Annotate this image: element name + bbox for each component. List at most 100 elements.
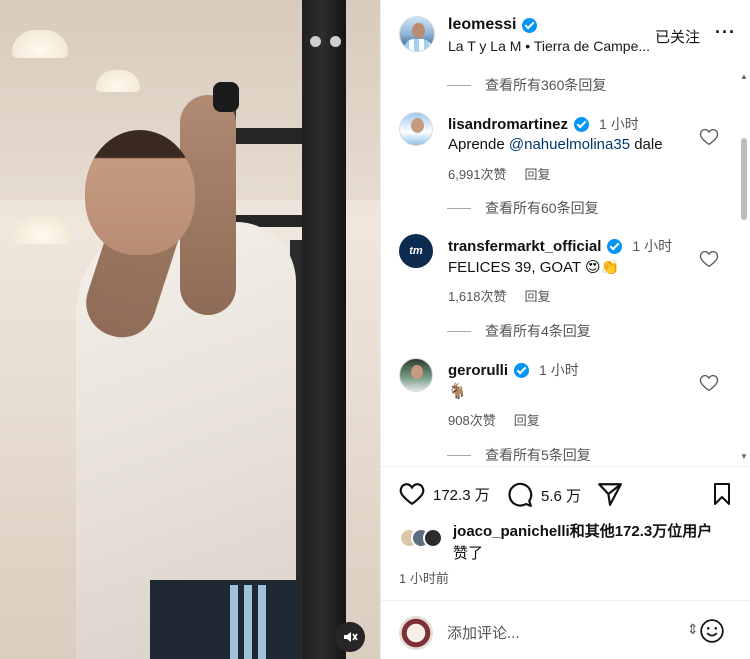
avatar[interactable]: tm: [399, 234, 433, 268]
liked-by-suffix: 赞了: [453, 545, 484, 562]
comment-item: gerorulli 1 小时 🐐 908次赞 回复: [381, 358, 741, 448]
liked-by-others[interactable]: 和其他172.3万位用户: [570, 523, 713, 540]
post-actions: 172.3 万 5.6 万: [399, 482, 739, 512]
view-replies-line: [447, 330, 471, 332]
media-lamp: [14, 216, 70, 244]
mute-icon: [344, 632, 358, 642]
post-header: leomessi La T y La M • Tierra de Campe..…: [381, 0, 750, 70]
scroll-up-arrow-icon[interactable]: ▲: [740, 72, 748, 81]
avatar-face: [411, 365, 423, 379]
media-rack-bolt: [310, 36, 321, 47]
comment-item: tm transfermarkt_official 1 小时 FELICES 3…: [381, 234, 741, 324]
comment-text: FELICES 39, GOAT 😍👏: [448, 259, 620, 276]
comment-reply-button[interactable]: 回复: [514, 410, 540, 429]
comments-scrollbar[interactable]: ▲ ▼: [739, 72, 749, 464]
more-icon[interactable]: ···: [715, 22, 736, 43]
comment-time: 1 小时: [599, 116, 639, 132]
section-divider: [381, 600, 750, 601]
media-person-head: [85, 130, 195, 255]
media-rack-post: [302, 0, 346, 659]
comment-time: 1 小时: [539, 362, 579, 378]
view-replies-link[interactable]: 查看所有4条回复: [447, 321, 591, 341]
comment-like-count[interactable]: 6,991次赞: [448, 164, 507, 183]
comment-author: lisandromartinez 1 小时: [448, 114, 639, 134]
scrollbar-thumb[interactable]: [741, 138, 747, 220]
comment-mention-link[interactable]: @nahuelmolina35: [509, 136, 630, 153]
comment-meta: 1,618次赞 回复: [448, 286, 551, 305]
bookmark-icon[interactable]: [711, 482, 733, 506]
mute-button[interactable]: [335, 622, 365, 652]
view-replies-link[interactable]: 查看所有360条回复: [447, 75, 606, 95]
post-username[interactable]: leomessi: [448, 16, 516, 34]
comment-text: 🐐: [448, 383, 467, 400]
avatar[interactable]: [399, 112, 433, 146]
liked-by-text: joaco_panichelli和其他172.3万位用户: [453, 522, 743, 542]
share-action[interactable]: [597, 482, 623, 506]
following-button[interactable]: 已关注: [655, 26, 700, 47]
view-replies-label: 查看所有360条回复: [485, 77, 607, 93]
avatar-logo-text: tm: [409, 245, 423, 257]
verified-badge-icon: [607, 238, 623, 254]
heart-icon[interactable]: [699, 374, 719, 392]
post-timestamp[interactable]: 1 小时前: [399, 568, 449, 587]
post-location[interactable]: La T y La M • Tierra de Campe...: [448, 38, 650, 54]
media-lamp: [96, 70, 140, 92]
comment-reply-button[interactable]: 回复: [525, 286, 551, 305]
media-shorts-stripe: [244, 585, 252, 659]
media-bar-grip: [213, 82, 239, 112]
comments-count: 5.6 万: [541, 487, 582, 505]
comment-author: gerorulli 1 小时: [448, 360, 579, 380]
media-shorts-stripe: [258, 585, 266, 659]
view-replies-line: [447, 84, 471, 86]
emoji-icon[interactable]: [699, 618, 725, 644]
heart-icon[interactable]: [699, 250, 719, 268]
avatar[interactable]: [399, 358, 433, 392]
avatar[interactable]: [399, 16, 435, 52]
comments-list: 查看所有360条回复 lisandromartinez 1 小时 Aprende…: [381, 70, 741, 466]
likes-count: 172.3 万: [433, 486, 490, 504]
comment-username[interactable]: transfermarkt_official: [448, 238, 601, 255]
heart-icon[interactable]: [399, 482, 425, 506]
avatar: [423, 528, 443, 548]
post-author: leomessi: [448, 16, 538, 34]
liker-username[interactable]: joaco_panichelli: [453, 523, 570, 540]
verified-badge-icon: [574, 116, 590, 132]
comment-text: Aprende @nahuelmolina35 dale: [448, 136, 663, 153]
share-icon[interactable]: [597, 482, 623, 506]
save-action[interactable]: [711, 482, 733, 506]
avatar-face: [412, 23, 425, 38]
resize-handle-icon[interactable]: ⇕: [687, 621, 699, 638]
comment-icon[interactable]: [507, 482, 533, 508]
liker-avatars[interactable]: [399, 528, 451, 550]
post-media[interactable]: [0, 0, 380, 659]
view-replies-link[interactable]: 查看所有60条回复: [447, 198, 599, 218]
view-replies-line: [447, 207, 471, 209]
comment-username[interactable]: gerorulli: [448, 362, 508, 379]
media-rack-bolt: [330, 36, 341, 47]
comment-username[interactable]: lisandromartinez: [448, 116, 568, 133]
media-person-shorts: [150, 580, 300, 659]
comment-like-count[interactable]: 908次赞: [448, 410, 496, 429]
view-replies-label: 查看所有4条回复: [485, 323, 591, 339]
comment-composer: ⇕: [381, 610, 750, 655]
comment-author: transfermarkt_official 1 小时: [448, 236, 672, 256]
like-action[interactable]: 172.3 万: [399, 482, 490, 506]
comment-action[interactable]: 5.6 万: [507, 482, 581, 508]
comment-text-after: dale: [630, 136, 663, 153]
media-shorts-stripe: [230, 585, 238, 659]
verified-badge-icon: [522, 17, 538, 33]
heart-icon[interactable]: [699, 128, 719, 146]
view-replies-label: 查看所有60条回复: [485, 200, 599, 216]
post-side-panel: leomessi La T y La M • Tierra de Campe..…: [380, 0, 750, 659]
add-comment-input[interactable]: [447, 622, 667, 644]
comment-like-count[interactable]: 1,618次赞: [448, 286, 507, 305]
avatar-face: [411, 118, 424, 133]
comment-reply-button[interactable]: 回复: [525, 164, 551, 183]
scroll-down-arrow-icon[interactable]: ▼: [740, 452, 748, 461]
comment-time: 1 小时: [632, 238, 673, 254]
comment-meta: 908次赞 回复: [448, 410, 540, 429]
view-replies-link[interactable]: 查看所有5条回复: [447, 445, 591, 465]
section-divider: [381, 466, 750, 467]
view-replies-label: 查看所有5条回复: [485, 447, 591, 463]
comment-meta: 6,991次赞 回复: [448, 164, 551, 183]
